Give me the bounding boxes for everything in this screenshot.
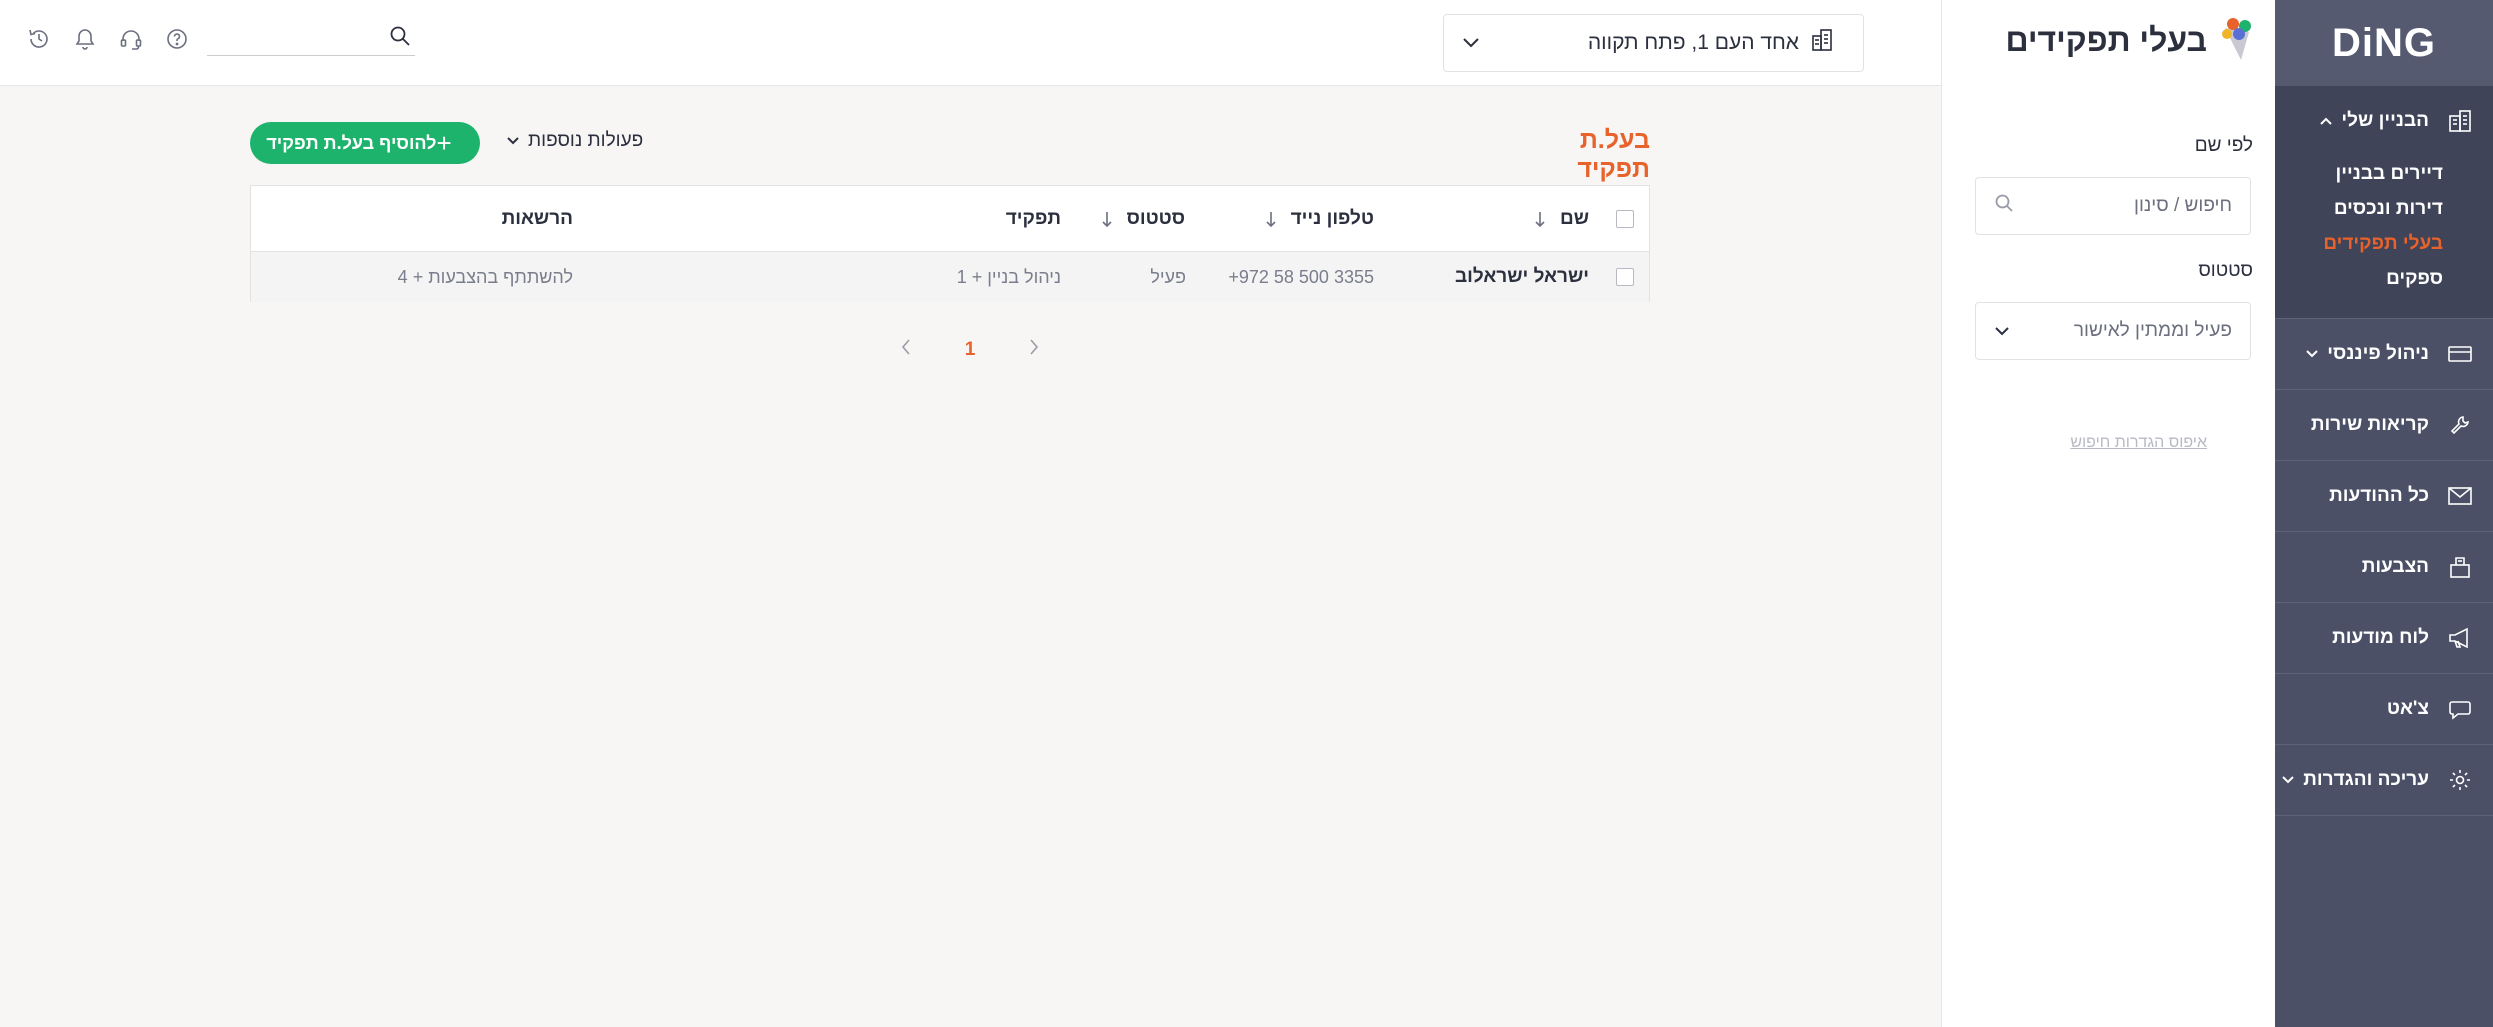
sidebar-item-finance[interactable]: ניהול פיננסי — [2275, 319, 2493, 390]
filter-name-label: לפי שם — [2194, 135, 2253, 156]
cell-permissions: להשתתף בהצבעות + 4 — [397, 266, 573, 287]
sidebar-item-votes[interactable]: הצבעות — [2275, 532, 2493, 603]
column-header-role: תפקיד — [1006, 186, 1061, 251]
sort-arrow-icon[interactable] — [1101, 209, 1115, 229]
column-header-label: שם — [1560, 207, 1589, 229]
section-title: בעל.ת תפקיד — [1577, 126, 1650, 183]
column-header-phone[interactable]: טלפון נייד — [1265, 186, 1374, 251]
envelope-icon — [2447, 483, 2473, 509]
pagination: 1 — [890, 338, 1050, 362]
global-search[interactable] — [207, 22, 415, 56]
logo-text: DiNG — [2332, 20, 2436, 65]
more-actions-dropdown[interactable]: פעולות נוספות — [506, 130, 643, 152]
chevron-down-icon — [2281, 773, 2295, 787]
select-all-checkbox[interactable] — [1616, 209, 1634, 228]
building-name: אחד העם 1, פתח תקווה — [1587, 31, 1799, 54]
gear-icon — [2447, 767, 2473, 793]
wrench-icon — [2447, 412, 2473, 438]
filter-status-label: סטטוס — [2198, 260, 2253, 281]
search-icon — [1994, 193, 2014, 219]
chevron-up-icon — [2319, 114, 2333, 128]
select-all-cell — [1611, 186, 1639, 251]
sort-arrow-icon[interactable] — [1265, 209, 1279, 229]
building-icon — [1811, 28, 1833, 58]
global-search-input[interactable] — [207, 22, 387, 54]
credit-card-icon — [2447, 341, 2473, 367]
sort-arrow-icon[interactable] — [1534, 209, 1548, 229]
column-header-label: סטטוס — [1126, 207, 1185, 229]
chevron-down-icon — [506, 130, 520, 152]
next-page-icon[interactable] — [1018, 338, 1050, 362]
cell-role: ניהול בניין + 1 — [956, 266, 1061, 287]
column-header-permissions: הרשאות — [502, 186, 573, 251]
megaphone-icon — [2447, 625, 2473, 651]
sidebar-subitem-residents[interactable]: דיירים בבניין — [2275, 156, 2493, 191]
add-role-holder-button[interactable]: + להוסיף בעל.ת תפקיד — [250, 122, 480, 164]
column-header-status[interactable]: סטטוס — [1101, 186, 1185, 251]
building-select[interactable]: אחד העם 1, פתח תקווה — [1443, 14, 1864, 72]
column-header-name[interactable]: שם — [1534, 186, 1589, 251]
sidebar-item-messages[interactable]: כל ההודעות — [2275, 461, 2493, 532]
table-row[interactable]: ישראל ישראלוב +972 58 500 3355 פעיל ניהו… — [251, 252, 1649, 302]
logo[interactable]: DiNG — [2275, 0, 2493, 86]
search-icon[interactable] — [389, 25, 411, 52]
sidebar-item-label: ניהול פיננסי — [2327, 343, 2429, 364]
sidebar-item-label: קריאות שירות — [2310, 414, 2429, 435]
bell-icon[interactable] — [72, 26, 98, 52]
column-header-label: טלפון נייד — [1290, 207, 1374, 229]
role-holders-table: שם טלפון נייד סטטוס תפקיד הרשאות ישראל י… — [250, 185, 1650, 302]
building-select-label-group: אחד העם 1, פתח תקווה — [1588, 28, 1845, 58]
table-header: שם טלפון נייד סטטוס תפקיד הרשאות — [251, 186, 1649, 252]
reset-filters-link[interactable]: איפוס הגדרות חיפוש — [2070, 434, 2207, 452]
more-actions-label: פעולות נוספות — [528, 130, 644, 151]
sidebar-item-label: כל ההודעות — [2329, 485, 2429, 506]
sidebar-item-label: הבניין שלי — [2341, 110, 2429, 131]
column-header-label: הרשאות — [501, 207, 573, 229]
building-icon — [2447, 108, 2473, 134]
top-icons — [26, 26, 210, 52]
page-title: בעלי תפקידים — [2005, 22, 2207, 58]
sidebar-item-service-calls[interactable]: קריאות שירות — [2275, 390, 2493, 461]
row-checkbox[interactable] — [1616, 268, 1634, 286]
sidebar-item-label: לוח מודעות — [2332, 627, 2429, 648]
sidebar-subitem-role-holders[interactable]: בעלי תפקידים — [2275, 226, 2493, 261]
app-mark-icon — [2217, 14, 2257, 67]
sidebar-item-bulletin-board[interactable]: לוח מודעות — [2275, 603, 2493, 674]
sidebar-item-label: הצבעות — [2361, 556, 2429, 577]
sidebar-item-chat[interactable]: צ'אט — [2275, 674, 2493, 745]
nav-group-my-building: הבניין שלי דיירים בבניין דירות ונכסים בע… — [2275, 86, 2493, 319]
chevron-down-icon — [1462, 31, 1480, 55]
status-select-value: פעיל וממתין לאישור — [2073, 320, 2232, 341]
filter-panel: בעלי תפקידים לפי שם חיפוש / סינון סטטוס … — [1941, 0, 2275, 1027]
sidebar: DiNG הבניין שלי דיירים בבניין דירות ונכס… — [2275, 0, 2493, 1027]
ballot-box-icon — [2447, 554, 2473, 580]
name-search-input[interactable]: חיפוש / סינון — [1975, 177, 2251, 235]
name-search-placeholder: חיפוש / סינון — [2134, 195, 2232, 216]
row-select-cell — [1611, 252, 1639, 302]
add-role-holder-label: להוסיף בעל.ת תפקיד — [266, 132, 437, 153]
cell-status: פעיל — [1150, 266, 1186, 287]
plus-icon: + — [436, 128, 452, 158]
sidebar-item-my-building[interactable]: הבניין שלי — [2275, 86, 2493, 156]
cell-phone: +972 58 500 3355 — [1228, 266, 1374, 287]
history-icon[interactable] — [26, 26, 52, 52]
status-select[interactable]: פעיל וממתין לאישור — [1975, 302, 2251, 360]
chevron-down-icon — [1994, 320, 2010, 342]
sidebar-item-label: עריכה והגדרות — [2303, 769, 2429, 790]
current-page[interactable]: 1 — [954, 339, 986, 361]
page-header: בעלי תפקידים — [2005, 14, 2257, 67]
chat-icon — [2447, 696, 2473, 722]
sidebar-item-label: צ'אט — [2386, 698, 2429, 719]
prev-page-icon[interactable] — [890, 338, 922, 362]
column-header-label: תפקיד — [1005, 207, 1061, 229]
sidebar-subitem-suppliers[interactable]: ספקים — [2275, 261, 2493, 296]
help-icon[interactable] — [164, 26, 190, 52]
sidebar-item-settings[interactable]: עריכה והגדרות — [2275, 745, 2493, 816]
headset-icon[interactable] — [118, 26, 144, 52]
top-bar: אחד העם 1, פתח תקווה — [0, 0, 1941, 86]
chevron-down-icon — [2305, 347, 2319, 361]
cell-name[interactable]: ישראל ישראלוב — [1455, 252, 1589, 302]
sidebar-subitem-apartments[interactable]: דירות ונכסים — [2275, 191, 2493, 226]
